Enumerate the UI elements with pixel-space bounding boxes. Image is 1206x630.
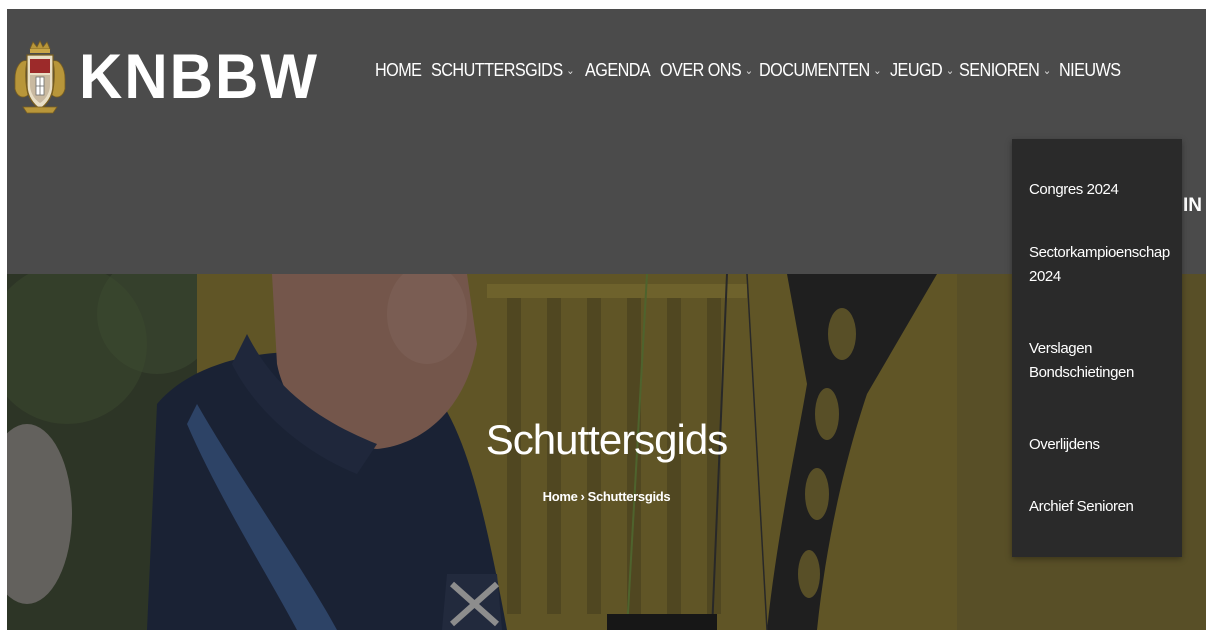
- dropdown-item-congres-2024[interactable]: Congres 2024: [1029, 178, 1179, 202]
- nav-item-senioren[interactable]: SENIOREN ⌄: [959, 60, 1051, 81]
- chevron-down-icon: ⌄: [565, 65, 574, 77]
- nav-label: AGENDA: [585, 60, 651, 80]
- dropdown-item-verslagen-bondschietingen[interactable]: Verslagen Bondschietingen: [1029, 337, 1179, 385]
- main-nav: HOME SCHUTTERSGIDS ⌄ AGENDA OVER ONS ⌄ DOC…: [375, 60, 1127, 81]
- chevron-down-icon: ⌄: [1042, 65, 1051, 77]
- nav-label: SENIOREN: [958, 60, 1040, 80]
- breadcrumb-separator-icon: ›: [580, 489, 585, 504]
- nav-item-home[interactable]: HOME: [375, 60, 422, 81]
- brand-name: KNBBW: [79, 41, 319, 112]
- dropdown-item-archief-senioren[interactable]: Archief Senioren: [1029, 495, 1179, 519]
- chevron-down-icon: ⌄: [873, 65, 881, 77]
- nav-label: DOCUMENTEN: [758, 60, 870, 80]
- nav-label: SCHUTTERSGIDS: [430, 60, 563, 80]
- nav-label: HOME: [375, 60, 422, 80]
- nav-item-nieuws[interactable]: NIEUWS: [1059, 60, 1121, 81]
- nav-item-documenten[interactable]: DOCUMENTEN ⌄: [758, 60, 882, 81]
- nav-overflow-item[interactable]: IN: [1183, 195, 1202, 217]
- dropdown-item-overlijdens[interactable]: Overlijdens: [1029, 433, 1179, 457]
- chevron-down-icon: ⌄: [744, 65, 753, 77]
- nav-label: JEUGD: [890, 60, 943, 80]
- nav-item-over-ons[interactable]: OVER ONS ⌄: [660, 60, 753, 81]
- breadcrumb-current: Schuttersgids: [587, 489, 671, 504]
- senioren-dropdown-menu: Congres 2024 Sectorkampioenschap 2024 Ve…: [1012, 139, 1182, 557]
- site-logo[interactable]: KNBBW: [13, 39, 319, 115]
- crest-logo-icon: [14, 40, 66, 114]
- chevron-down-icon: ⌄: [946, 65, 954, 77]
- nav-label: OVER ONS: [659, 60, 742, 80]
- dropdown-item-sectorkampioenschap-2024[interactable]: Sectorkampioenschap 2024: [1029, 241, 1179, 289]
- nav-item-agenda[interactable]: AGENDA: [585, 60, 651, 81]
- breadcrumb-home-link[interactable]: Home: [543, 489, 578, 504]
- page: KNBBW HOME SCHUTTERSGIDS ⌄ AGENDA OVER ON…: [7, 9, 1206, 630]
- nav-label: NIEUWS: [1058, 60, 1121, 80]
- nav-item-jeugd[interactable]: JEUGD ⌄: [890, 60, 954, 81]
- nav-item-schuttersgids[interactable]: SCHUTTERSGIDS ⌄: [431, 60, 574, 81]
